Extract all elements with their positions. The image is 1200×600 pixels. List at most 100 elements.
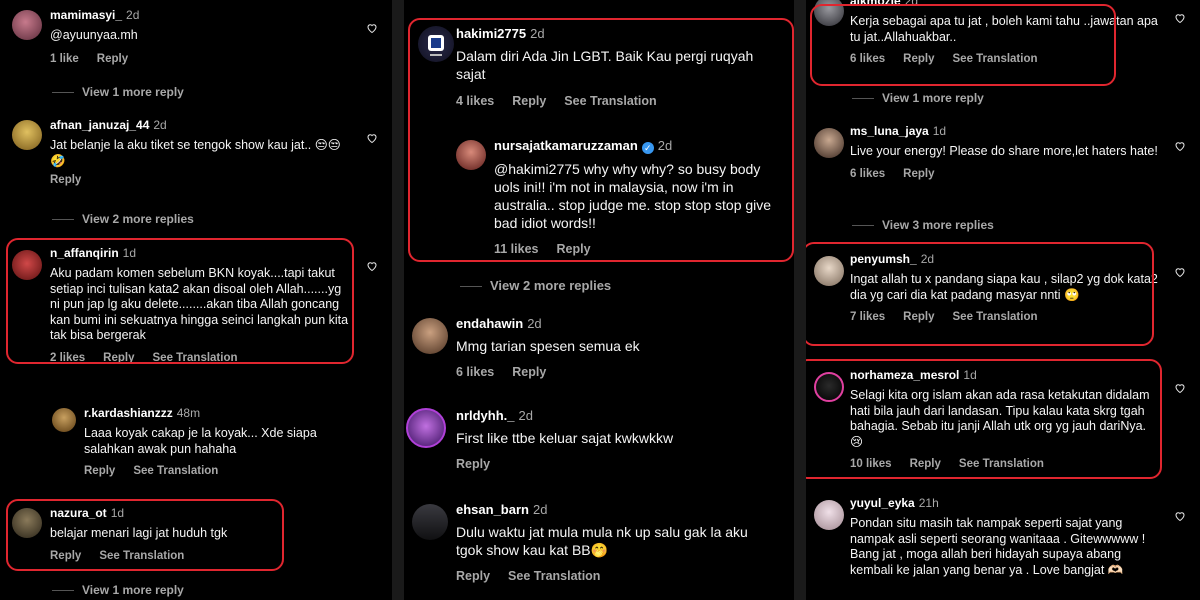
see-translation-button[interactable]: See Translation (508, 569, 600, 583)
view-more-replies[interactable]: View 2 more replies (460, 278, 611, 293)
avatar[interactable] (12, 508, 42, 538)
comment-text: Kerja sebagai apa tu jat , boleh kami ta… (850, 14, 1158, 44)
comments-panel-right: aikmozie 2d Kerja sebagai apa tu jat , bo… (806, 0, 1200, 600)
like-count[interactable]: 2 likes (50, 352, 85, 364)
username[interactable]: nursajatkamaruzzaman (494, 138, 638, 153)
reply-button[interactable]: Reply (903, 311, 934, 323)
reply-button[interactable]: Reply (50, 174, 81, 186)
see-translation-button[interactable]: See Translation (99, 550, 184, 562)
like-count[interactable]: 7 likes (850, 311, 885, 323)
comments-panel-center: hakimi2775 2d Dalam diri Ada Jin LGBT. Ba… (404, 0, 798, 600)
avatar[interactable] (12, 120, 42, 150)
heart-icon[interactable] (366, 260, 378, 272)
team-logo-icon (428, 35, 444, 56)
comment-text: Aku padam komen sebelum BKN koyak....tap… (50, 266, 349, 342)
heart-icon[interactable] (1174, 266, 1186, 278)
timestamp: 2d (518, 408, 533, 423)
view-more-replies[interactable]: View 1 more reply (852, 91, 984, 105)
timestamp: 1d (932, 124, 947, 138)
username[interactable]: norhameza_mesrol (850, 368, 959, 382)
avatar[interactable] (814, 372, 844, 402)
see-translation-button[interactable]: See Translation (133, 465, 218, 477)
avatar[interactable] (814, 0, 844, 26)
comment-text: First like ttbe keluar sajat kwkwkkw (456, 430, 674, 446)
panel-divider (794, 0, 806, 600)
view-more-replies[interactable]: View 3 more replies (852, 218, 994, 232)
avatar[interactable] (456, 140, 486, 170)
username[interactable]: nrldyhh._ (456, 408, 515, 423)
reply-button[interactable]: Reply (456, 457, 490, 471)
see-translation-button[interactable]: See Translation (153, 352, 238, 364)
timestamp: 2d (657, 138, 673, 153)
reply-button[interactable]: Reply (50, 550, 81, 562)
reply-button[interactable]: Reply (97, 53, 128, 65)
heart-icon[interactable] (366, 22, 378, 34)
reply-button[interactable]: Reply (512, 365, 546, 379)
view-more-replies[interactable]: View 1 more reply (52, 583, 184, 597)
reply-button[interactable]: Reply (910, 458, 941, 470)
avatar[interactable] (52, 408, 76, 432)
username[interactable]: r.kardashianzzz (84, 406, 173, 420)
username[interactable]: n_affanqirin (50, 246, 119, 260)
see-translation-button[interactable]: See Translation (959, 458, 1044, 470)
username[interactable]: hakimi2775 (456, 26, 526, 41)
reply-button[interactable]: Reply (84, 465, 115, 477)
timestamp: 48m (176, 406, 201, 420)
comment-text: Jat belanje la aku tiket se tengok show … (50, 138, 341, 168)
heart-icon[interactable] (1174, 140, 1186, 152)
comment-text: @ayuunyaa.mh (50, 28, 138, 42)
username[interactable]: ehsan_barn (456, 502, 529, 517)
timestamp: 21h (918, 496, 939, 510)
timestamp: 1d (963, 368, 977, 382)
username[interactable]: aikmozie (850, 0, 901, 8)
like-count[interactable]: 10 likes (850, 458, 892, 470)
avatar[interactable] (418, 26, 454, 62)
like-count[interactable]: 4 likes (456, 94, 494, 108)
like-count[interactable]: 6 likes (850, 168, 885, 180)
heart-icon[interactable] (1174, 510, 1186, 522)
reply-button[interactable]: Reply (557, 242, 591, 256)
comment-text: @hakimi2775 why why why? so busy body uo… (494, 161, 772, 231)
comment-text: Dulu waktu jat mula mula nk up salu gak … (456, 524, 748, 558)
heart-icon[interactable] (366, 132, 378, 144)
username[interactable]: afnan_januzaj_44 (50, 118, 149, 132)
avatar[interactable] (412, 504, 448, 540)
reply-button[interactable]: Reply (903, 53, 934, 65)
username[interactable]: penyumsh_ (850, 252, 917, 266)
see-translation-button[interactable]: See Translation (953, 311, 1038, 323)
heart-icon[interactable] (1174, 382, 1186, 394)
view-more-replies[interactable]: View 2 more replies (52, 212, 194, 226)
avatar[interactable] (412, 318, 448, 354)
username[interactable]: yuyul_eyka (850, 496, 915, 510)
username[interactable]: endahawin (456, 316, 523, 331)
comment-text: Mmg tarian spesen semua ek (456, 338, 640, 354)
see-translation-button[interactable]: See Translation (953, 53, 1038, 65)
like-count[interactable]: 11 likes (494, 242, 539, 256)
avatar[interactable] (814, 256, 844, 286)
see-translation-button[interactable]: See Translation (564, 94, 656, 108)
reply-button[interactable]: Reply (903, 168, 934, 180)
username[interactable]: mamimasyi_ (50, 8, 122, 22)
reply-button[interactable]: Reply (103, 352, 134, 364)
avatar[interactable] (12, 250, 42, 280)
like-count[interactable]: 1 like (50, 53, 79, 65)
comment-text: Ingat allah tu x pandang siapa kau , sil… (850, 272, 1158, 302)
timestamp: 2d (530, 26, 545, 41)
username[interactable]: nazura_ot (50, 506, 107, 520)
reply-button[interactable]: Reply (456, 569, 490, 583)
comment-text: Dalam diri Ada Jin LGBT. Baik Kau pergi … (456, 48, 754, 82)
comment-text: Live your energy! Please do share more,l… (850, 144, 1158, 158)
timestamp: 2d (153, 118, 167, 132)
heart-icon[interactable] (1174, 12, 1186, 24)
timestamp: 2d (527, 316, 542, 331)
avatar[interactable] (814, 500, 844, 530)
avatar[interactable] (12, 10, 42, 40)
like-count[interactable]: 6 likes (850, 53, 885, 65)
comment-text: Selagi kita org islam akan ada rasa keta… (850, 388, 1150, 449)
username[interactable]: ms_luna_jaya (850, 124, 929, 138)
view-more-replies[interactable]: View 1 more reply (52, 85, 184, 99)
avatar[interactable] (406, 408, 446, 448)
reply-button[interactable]: Reply (512, 94, 546, 108)
avatar[interactable] (814, 128, 844, 158)
like-count[interactable]: 6 likes (456, 365, 494, 379)
